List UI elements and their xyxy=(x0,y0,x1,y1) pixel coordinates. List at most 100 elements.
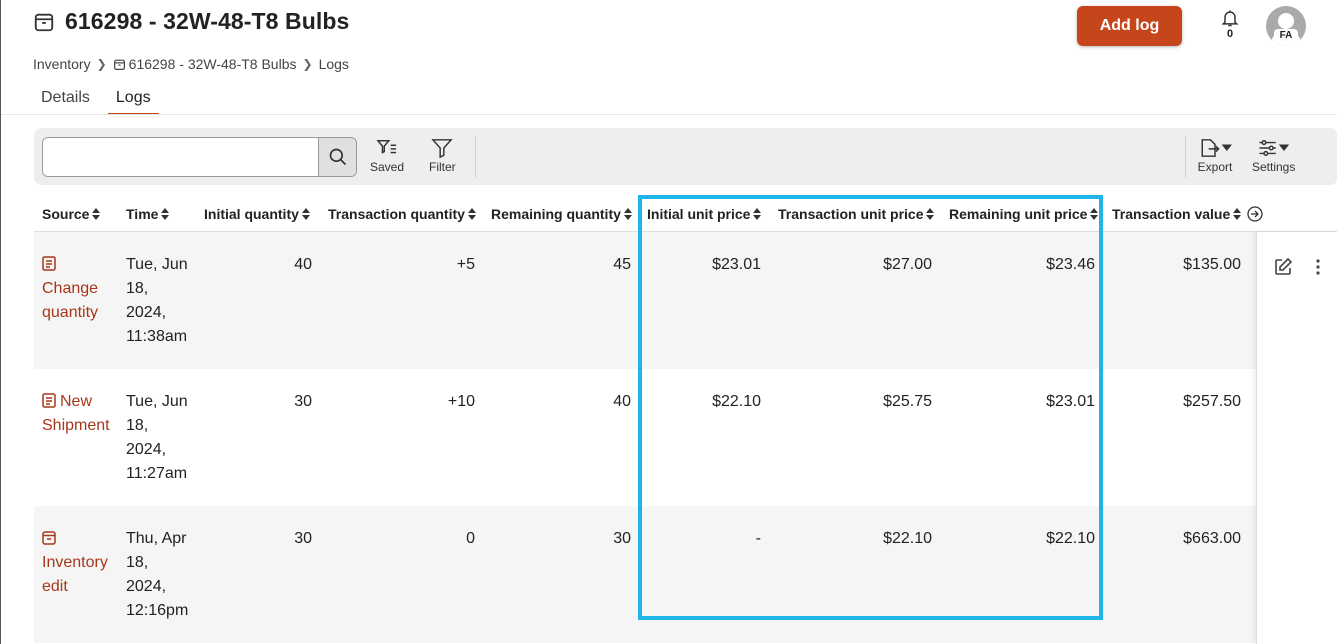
breadcrumb: Inventory ❯ 616298 - 32W-48-T8 Bulbs ❯ L… xyxy=(33,56,349,72)
box-icon xyxy=(113,59,125,70)
table-row: New Shipment Tue, Jun 18, 2024, 11:27am … xyxy=(34,369,1256,506)
time-line: 2024, xyxy=(126,441,167,458)
column-label: Source xyxy=(42,206,90,222)
export-icon xyxy=(1201,139,1232,157)
transaction-quantity-cell: +5 xyxy=(456,256,475,273)
box-icon xyxy=(42,531,56,545)
initial-unit-price-cell: $22.10 xyxy=(712,393,761,410)
row-actions-column xyxy=(1256,232,1337,644)
tab-logs[interactable]: Logs xyxy=(107,86,159,115)
transaction-unit-price-cell: $25.75 xyxy=(883,393,932,410)
column-header-remaining-unit-price[interactable]: Remaining unit price xyxy=(949,206,1099,222)
source-link[interactable]: Change quantity xyxy=(42,253,98,325)
source-label: New xyxy=(60,393,93,410)
saved-button[interactable]: Saved xyxy=(370,138,404,174)
toolbar: Saved Filter Export Settings xyxy=(34,128,1337,185)
column-header-transaction-value[interactable]: Transaction value xyxy=(1112,206,1263,222)
notifications-button[interactable]: 0 xyxy=(1219,8,1241,40)
column-header-transaction-quantity[interactable]: Transaction quantity xyxy=(328,206,476,222)
document-icon xyxy=(42,393,56,408)
transaction-value-cell: $257.50 xyxy=(1183,393,1241,410)
source-label: quantity xyxy=(42,304,99,321)
toolbar-divider xyxy=(475,136,476,178)
remaining-quantity-cell: 40 xyxy=(613,393,631,410)
export-label: Export xyxy=(1197,160,1233,174)
time-line: 12:16pm xyxy=(126,602,189,619)
time-line: 18, xyxy=(126,554,149,571)
initial-unit-price-cell: - xyxy=(755,530,761,547)
time-cell: Tue, Jun 18, 2024, 11:38am xyxy=(126,253,188,349)
initial-unit-price-cell: $23.01 xyxy=(712,256,761,273)
filter-icon xyxy=(431,139,454,158)
column-header-source[interactable]: Source xyxy=(42,206,101,222)
scroll-right-icon[interactable] xyxy=(1247,206,1263,222)
sort-icon xyxy=(1090,208,1099,220)
column-header-time[interactable]: Time xyxy=(126,206,170,222)
page-header: 616298 - 32W-48-T8 Bulbs xyxy=(33,8,349,35)
transaction-quantity-cell: +10 xyxy=(447,393,475,410)
tabs-divider xyxy=(1,114,1337,115)
transaction-quantity-cell: 0 xyxy=(466,530,475,547)
sort-icon xyxy=(467,208,476,220)
sort-icon xyxy=(623,208,632,220)
page-title: 616298 - 32W-48-T8 Bulbs xyxy=(65,8,350,34)
remaining-unit-price-cell: $22.10 xyxy=(1046,530,1095,547)
settings-label: Settings xyxy=(1252,160,1296,174)
column-header-initial-unit-price[interactable]: Initial unit price xyxy=(647,206,762,222)
column-label: Remaining unit price xyxy=(949,206,1088,222)
sort-icon xyxy=(753,208,762,220)
remaining-unit-price-cell: $23.01 xyxy=(1046,393,1095,410)
breadcrumb-current: Logs xyxy=(318,56,349,72)
saved-label: Saved xyxy=(370,160,405,174)
column-label: Time xyxy=(126,206,159,222)
breadcrumb-inventory[interactable]: Inventory xyxy=(33,56,91,72)
transaction-unit-price-cell: $27.00 xyxy=(883,256,932,273)
table-row: Inventory edit Thu, Apr 18, 2024, 12:16p… xyxy=(34,506,1256,643)
source-label: Change xyxy=(42,280,99,297)
column-header-transaction-unit-price[interactable]: Transaction unit price xyxy=(778,206,935,222)
add-log-button[interactable]: Add log xyxy=(1077,6,1182,46)
source-label: Inventory xyxy=(42,554,108,571)
source-link[interactable]: Inventory edit xyxy=(42,527,108,599)
chevron-right-icon: ❯ xyxy=(302,57,313,71)
transaction-unit-price-cell: $22.10 xyxy=(883,530,932,547)
search-box xyxy=(42,137,357,177)
source-label: edit xyxy=(42,578,68,595)
tab-bar: Details Logs xyxy=(33,86,169,115)
transaction-value-cell: $135.00 xyxy=(1183,256,1241,273)
remaining-unit-price-cell: $23.46 xyxy=(1046,256,1095,273)
sliders-icon xyxy=(1259,140,1289,156)
source-link[interactable]: New Shipment xyxy=(42,390,110,438)
filter-label: Filter xyxy=(429,160,456,174)
filter-button[interactable]: Filter xyxy=(429,138,456,174)
initial-quantity-cell: 30 xyxy=(294,393,312,410)
time-cell: Thu, Apr 18, 2024, 12:16pm xyxy=(126,527,188,623)
remaining-quantity-cell: 30 xyxy=(613,530,631,547)
toolbar-divider xyxy=(1185,136,1186,178)
edit-icon[interactable] xyxy=(1273,257,1293,277)
search-input[interactable] xyxy=(43,138,318,176)
export-button[interactable]: Export xyxy=(1197,138,1233,174)
chevron-right-icon: ❯ xyxy=(96,57,107,71)
column-label: Initial unit price xyxy=(647,206,751,222)
time-cell: Tue, Jun 18, 2024, 11:27am xyxy=(126,390,188,486)
breadcrumb-item[interactable]: 616298 - 32W-48-T8 Bulbs xyxy=(129,56,297,72)
time-line: 18, xyxy=(126,280,149,297)
settings-button[interactable]: Settings xyxy=(1252,138,1295,174)
time-line: 11:27am xyxy=(126,465,188,482)
table-header: Source Time Initial quantity Transaction… xyxy=(34,196,1337,232)
tab-details[interactable]: Details xyxy=(33,86,98,115)
search-button[interactable] xyxy=(318,138,356,176)
avatar-initials: FA xyxy=(1274,29,1298,43)
time-line: 11:38am xyxy=(126,328,188,345)
column-label: Transaction value xyxy=(1112,206,1231,222)
sort-icon xyxy=(161,208,170,220)
column-header-remaining-quantity[interactable]: Remaining quantity xyxy=(491,206,632,222)
column-header-initial-quantity[interactable]: Initial quantity xyxy=(204,206,310,222)
more-vertical-icon[interactable] xyxy=(1315,258,1321,276)
time-line: 2024, xyxy=(126,304,167,321)
column-label: Transaction unit price xyxy=(778,206,924,222)
column-label: Initial quantity xyxy=(204,206,299,222)
avatar[interactable]: FA xyxy=(1266,6,1306,46)
table-row: Change quantity Tue, Jun 18, 2024, 11:38… xyxy=(34,232,1256,369)
